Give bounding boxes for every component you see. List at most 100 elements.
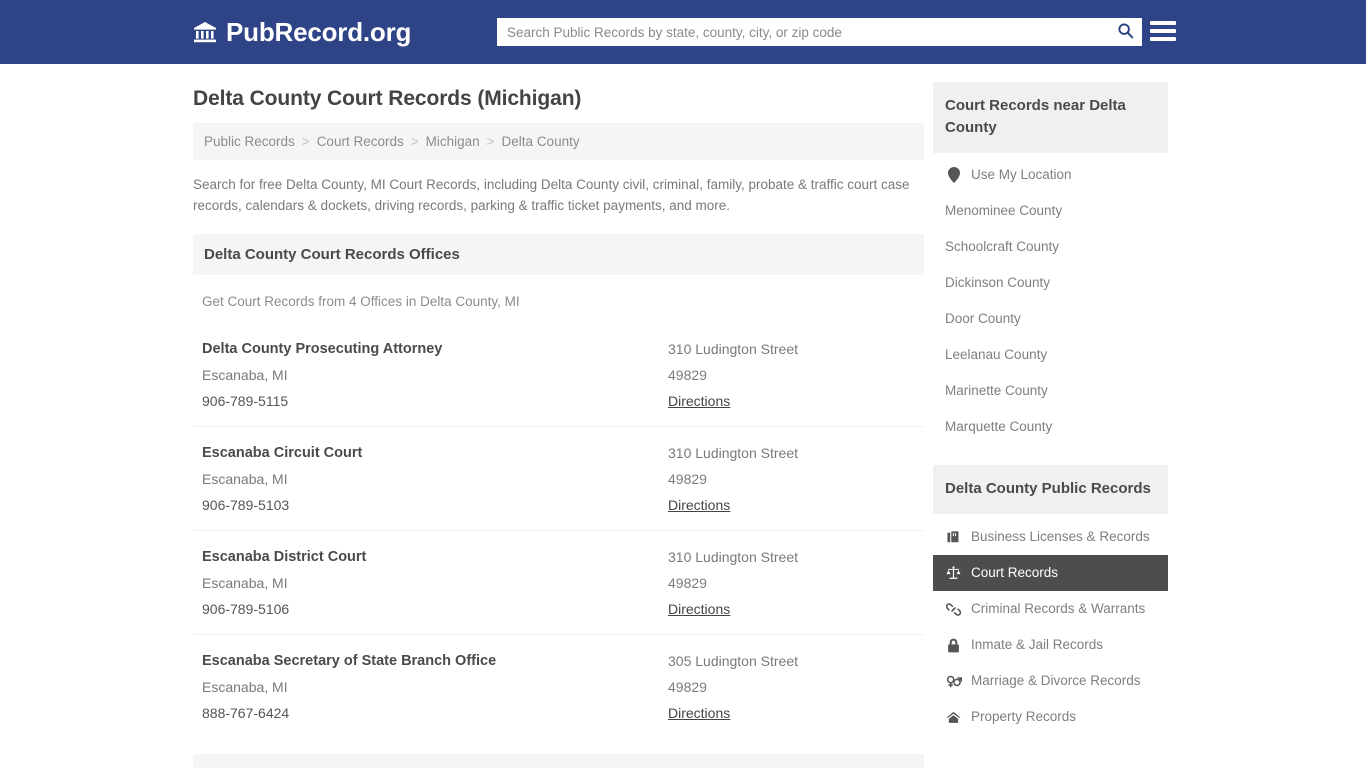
sidebar-item-label: Business Licenses & Records: [971, 529, 1150, 544]
breadcrumb-separator: >: [486, 134, 495, 149]
office-phone: 906-789-5103: [202, 497, 290, 513]
sidebar-nearby-heading: Court Records near Delta County: [933, 82, 1168, 153]
main-column: Delta County Court Records (Michigan) Pu…: [193, 64, 924, 768]
breadcrumb-item-michigan[interactable]: Michigan: [426, 134, 480, 149]
office-city-state: Escanaba, MI: [202, 575, 288, 591]
sidebar-item-criminal-records[interactable]: Criminal Records & Warrants: [933, 591, 1168, 627]
office-city-state: Escanaba, MI: [202, 367, 288, 383]
office-address: 305 Ludington Street 49829 Directions: [668, 648, 924, 726]
breadcrumb-item-public-records[interactable]: Public Records: [204, 134, 295, 149]
office-street: 310 Ludington Street: [668, 549, 798, 565]
sidebar-item-leelanau-county[interactable]: Leelanau County: [933, 337, 1168, 373]
office-phone: 906-789-5106: [202, 601, 290, 617]
hamburger-menu-icon[interactable]: [1150, 19, 1176, 43]
office-zip: 49829: [668, 575, 707, 591]
sidebar-item-label: Marriage & Divorce Records: [971, 673, 1141, 688]
office-name: Escanaba District Court: [202, 549, 367, 565]
directions-link[interactable]: Directions: [668, 596, 730, 622]
offices-section-subheading: Get Court Records from 4 Offices in Delt…: [202, 294, 520, 309]
site-logo-link[interactable]: PubRecord.org: [193, 17, 411, 48]
sidebar: Court Records near Delta County Use My L…: [933, 64, 1168, 768]
hamburger-bar-3: [1150, 37, 1176, 41]
office-name: Escanaba Circuit Court: [202, 445, 363, 461]
search-button[interactable]: [1108, 18, 1142, 46]
balance-scale-icon: [945, 566, 962, 580]
breadcrumb: Public Records > Court Records > Michiga…: [193, 123, 924, 160]
office-name: Escanaba Secretary of State Branch Offic…: [202, 653, 497, 669]
office-street: 310 Ludington Street: [668, 445, 798, 461]
bank-building-icon: [193, 20, 217, 44]
office-city-state: Escanaba, MI: [202, 471, 288, 487]
sidebar-item-business-licenses[interactable]: Business Licenses & Records: [933, 519, 1168, 555]
sidebar-item-door-county[interactable]: Door County: [933, 301, 1168, 337]
sidebar-item-label: Menominee County: [945, 203, 1063, 218]
office-zip: 49829: [668, 367, 707, 383]
search-input[interactable]: [497, 19, 1108, 45]
sidebar-item-use-my-location[interactable]: Use My Location: [933, 157, 1168, 193]
office-address: 310 Ludington Street 49829 Directions: [668, 440, 924, 518]
sidebar-item-label: Criminal Records & Warrants: [971, 601, 1146, 616]
sidebar-item-schoolcraft-county[interactable]: Schoolcraft County: [933, 229, 1168, 265]
lock-icon: [945, 638, 962, 653]
directions-link[interactable]: Directions: [668, 700, 730, 726]
search-icon: [1117, 22, 1134, 42]
breadcrumb-separator: >: [301, 134, 310, 149]
sidebar-item-label: Use My Location: [971, 167, 1072, 182]
sidebar-item-label: Door County: [945, 311, 1021, 326]
office-address: 310 Ludington Street 49829 Directions: [668, 544, 924, 622]
sidebar-item-inmate-jail-records[interactable]: Inmate & Jail Records: [933, 627, 1168, 663]
offices-list: Delta County Prosecuting Attorney Escana…: [193, 323, 924, 738]
search-bar: [497, 18, 1142, 46]
directions-link[interactable]: Directions: [668, 388, 730, 414]
office-zip: 49829: [668, 471, 707, 487]
sidebar-item-label: Schoolcraft County: [945, 239, 1060, 254]
office-street: 310 Ludington Street: [668, 341, 798, 357]
directions-link[interactable]: Directions: [668, 492, 730, 518]
sidebar-item-marinette-county[interactable]: Marinette County: [933, 373, 1168, 409]
house-icon: [945, 711, 962, 724]
map-pin-icon: [945, 167, 962, 183]
content-container: Delta County Court Records (Michigan) Pu…: [192, 64, 1174, 768]
sidebar-item-marriage-divorce-records[interactable]: Marriage & Divorce Records: [933, 663, 1168, 699]
hamburger-bar-2: [1150, 29, 1176, 33]
sidebar-item-label: Leelanau County: [945, 347, 1048, 362]
breadcrumb-separator: >: [410, 134, 419, 149]
sidebar-public-records-heading: Delta County Public Records: [933, 465, 1168, 514]
site-header: PubRecord.org: [0, 0, 1366, 64]
sidebar-item-label: Dickinson County: [945, 275, 1051, 290]
brand-name: PubRecord.org: [226, 16, 412, 47]
sidebar-item-dickinson-county[interactable]: Dickinson County: [933, 265, 1168, 301]
office-zip: 49829: [668, 679, 707, 695]
breadcrumb-item-court-records[interactable]: Court Records: [317, 134, 404, 149]
sidebar-item-property-records[interactable]: Property Records: [933, 699, 1168, 735]
briefcase-icon: [945, 530, 962, 544]
office-phone: 906-789-5115: [202, 393, 289, 409]
office-street: 305 Ludington Street: [668, 653, 798, 669]
office-details: Escanaba Circuit Court Escanaba, MI 906-…: [202, 440, 668, 518]
table-row: Escanaba Secretary of State Branch Offic…: [193, 634, 924, 738]
table-row: Escanaba District Court Escanaba, MI 906…: [193, 530, 924, 634]
page-intro-text: Search for free Delta County, MI Court R…: [193, 177, 910, 213]
breadcrumb-item-delta-county[interactable]: Delta County: [502, 134, 580, 149]
sidebar-item-menominee-county[interactable]: Menominee County: [933, 193, 1168, 229]
sidebar-item-label: Inmate & Jail Records: [971, 637, 1104, 652]
sidebar-nearby-list: Use My Location Menominee County Schoolc…: [933, 153, 1168, 445]
sidebar-item-label: Court Records: [971, 565, 1059, 580]
sidebar-public-records-list: Business Licenses & Records Court Record…: [933, 514, 1168, 735]
gender-symbols-icon: [945, 674, 962, 688]
sidebar-item-label: Property Records: [971, 709, 1077, 724]
page-body: Delta County Court Records (Michigan) Pu…: [0, 64, 1366, 768]
office-details: Escanaba District Court Escanaba, MI 906…: [202, 544, 668, 622]
sidebar-item-label: Marquette County: [945, 419, 1053, 434]
sidebar-item-court-records[interactable]: Court Records: [933, 555, 1168, 591]
office-phone: 888-767-6424: [202, 705, 290, 721]
office-details: Escanaba Secretary of State Branch Offic…: [202, 648, 668, 726]
sidebar-item-label: Marinette County: [945, 383, 1048, 398]
chain-link-icon: [945, 602, 962, 617]
page-title: Delta County Court Records (Michigan): [193, 87, 582, 110]
office-address: 310 Ludington Street 49829 Directions: [668, 336, 924, 414]
office-city-state: Escanaba, MI: [202, 679, 288, 695]
sidebar-item-marquette-county[interactable]: Marquette County: [933, 409, 1168, 445]
table-row: Delta County Prosecuting Attorney Escana…: [193, 323, 924, 426]
offices-section-heading: Delta County Court Records Offices: [193, 234, 924, 275]
